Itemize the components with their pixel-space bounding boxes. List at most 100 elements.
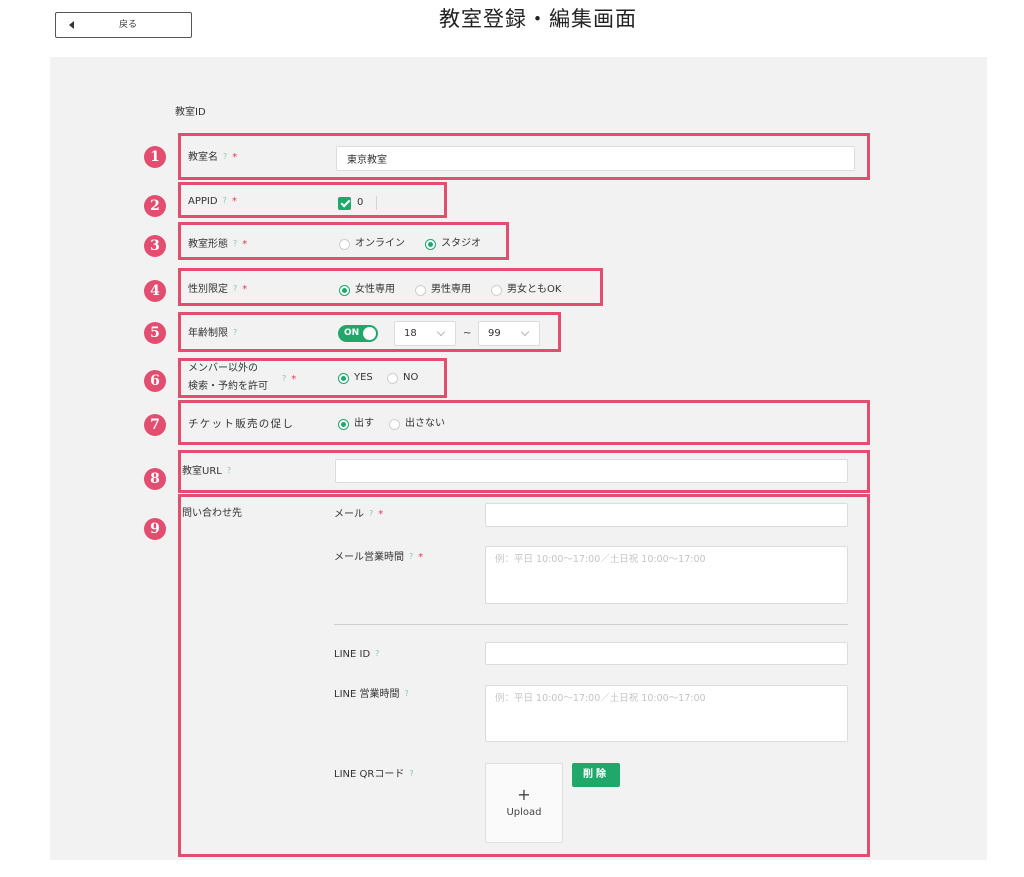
- classroom-url-input[interactable]: [335, 459, 848, 483]
- classroom-type-option-label: オンライン: [355, 238, 405, 249]
- annotation-marker-2: 2: [144, 195, 166, 217]
- contact-line-hours-textarea[interactable]: [485, 685, 848, 742]
- ticket-promotion-radio-show[interactable]: [338, 418, 349, 430]
- required-mark: *: [232, 152, 238, 163]
- non-member-access-radio-yes[interactable]: [338, 372, 349, 384]
- gender-limit-radio-both[interactable]: [491, 284, 502, 296]
- non-member-access-option-yes[interactable]: YES: [338, 371, 373, 385]
- non-member-access-marks: ? *: [277, 372, 296, 387]
- help-question-icon[interactable]: ?: [375, 649, 379, 658]
- gender-limit-option-label: 女性専用: [355, 284, 395, 295]
- classroom-type-label-text: 教室形態: [188, 239, 228, 250]
- annotation-marker-7: 7: [144, 414, 166, 436]
- contact-line-id-input[interactable]: [485, 642, 848, 665]
- help-question-icon[interactable]: ?: [223, 152, 227, 161]
- non-member-access-option-label: YES: [354, 372, 373, 383]
- chevron-down-icon: [436, 327, 446, 337]
- age-limit-label-text: 年齢制限: [188, 328, 228, 339]
- age-limit-toggle[interactable]: ON: [338, 325, 378, 342]
- age-limit-toggle-label: ON: [344, 328, 360, 338]
- gender-limit-label: 性別限定? *: [188, 282, 247, 297]
- classroom-url-label-text: 教室URL: [182, 466, 222, 477]
- contact-divider: [334, 624, 848, 625]
- classroom-type-radio-online[interactable]: [339, 238, 350, 250]
- help-question-icon[interactable]: ?: [233, 328, 237, 337]
- non-member-access-label-line2: 検索・予約を許可: [188, 381, 268, 392]
- help-question-icon[interactable]: ?: [233, 239, 237, 248]
- classroom-id-label: 教室ID: [175, 107, 206, 118]
- min-age-select[interactable]: 18: [394, 321, 456, 346]
- max-age-select[interactable]: 99: [478, 321, 540, 346]
- help-question-icon[interactable]: ?: [409, 769, 413, 778]
- help-question-icon[interactable]: ?: [227, 466, 231, 475]
- classroom-type-radio-studio[interactable]: [425, 238, 436, 250]
- back-button-label: 戻る: [119, 20, 138, 30]
- help-question-icon[interactable]: ?: [223, 196, 227, 205]
- required-mark: *: [378, 509, 384, 520]
- classroom-name-input[interactable]: [336, 146, 855, 171]
- annotation-marker-4: 4: [144, 280, 166, 302]
- app-id-label-text: APPID: [188, 196, 218, 207]
- page-title: 教室登録・編集画面: [439, 7, 637, 31]
- app-id-checkbox-option[interactable]: 0: [338, 196, 363, 210]
- annotation-marker-3: 3: [144, 235, 166, 257]
- contact-email-label: メール? *: [334, 507, 383, 522]
- classroom-type-option-studio[interactable]: スタジオ: [425, 237, 481, 251]
- app-id-divider: [376, 196, 377, 210]
- classroom-type-label: 教室形態? *: [188, 237, 247, 252]
- classroom-type-option-online[interactable]: オンライン: [339, 237, 405, 251]
- non-member-access-option-no[interactable]: NO: [387, 371, 418, 385]
- non-member-access-radio-no[interactable]: [387, 372, 398, 384]
- back-button[interactable]: 戻る: [55, 12, 192, 38]
- line-qr-delete-button[interactable]: 削除: [572, 763, 620, 787]
- caret-left-icon: [69, 21, 74, 29]
- help-question-icon[interactable]: ?: [369, 509, 373, 518]
- help-question-icon[interactable]: ?: [282, 374, 286, 383]
- required-mark: *: [242, 284, 248, 295]
- required-mark: *: [231, 196, 237, 207]
- plus-icon: +: [517, 785, 531, 804]
- ticket-promotion-option-show[interactable]: 出す: [338, 417, 374, 431]
- help-question-icon[interactable]: ?: [233, 284, 237, 293]
- ticket-promotion-option-label: 出さない: [405, 418, 445, 429]
- gender-limit-option-both[interactable]: 男女ともOK: [491, 283, 561, 297]
- contact-line-qr-label-text: LINE QRコード: [334, 769, 405, 780]
- ticket-promotion-label: チケット販売の促し: [188, 418, 295, 430]
- contact-line-id-label-text: LINE ID: [334, 649, 371, 660]
- chevron-down-icon: [520, 327, 530, 337]
- ticket-promotion-option-label: 出す: [354, 418, 374, 429]
- gender-limit-option-male[interactable]: 男性専用: [415, 283, 471, 297]
- required-mark: *: [291, 374, 297, 385]
- contact-line-hours-label: LINE 営業時間?: [334, 687, 409, 702]
- contact-section-label: 問い合わせ先: [182, 508, 242, 519]
- ticket-promotion-option-hide[interactable]: 出さない: [389, 417, 445, 431]
- non-member-access-option-label: NO: [403, 372, 419, 383]
- help-question-icon[interactable]: ?: [405, 689, 409, 698]
- help-question-icon[interactable]: ?: [409, 552, 413, 561]
- gender-limit-label-text: 性別限定: [188, 284, 228, 295]
- annotation-marker-5: 5: [144, 322, 166, 344]
- annotation-marker-9: 9: [144, 518, 166, 540]
- contact-line-id-label: LINE ID?: [334, 647, 379, 662]
- annotation-marker-1: 1: [144, 146, 166, 168]
- annotation-marker-8: 8: [144, 468, 166, 490]
- gender-limit-option-label: 男性専用: [431, 284, 471, 295]
- contact-email-label-text: メール: [334, 509, 364, 520]
- required-mark: *: [418, 552, 424, 563]
- line-qr-upload-button[interactable]: + Upload: [485, 763, 563, 843]
- max-age-value: 99: [488, 328, 501, 339]
- ticket-promotion-radio-hide[interactable]: [389, 418, 400, 430]
- contact-email-hours-label-text: メール営業時間: [334, 552, 404, 563]
- app-id-checkbox[interactable]: [338, 196, 351, 210]
- contact-email-hours-textarea[interactable]: [485, 546, 848, 604]
- contact-email-input[interactable]: [485, 503, 848, 527]
- gender-limit-option-label: 男女ともOK: [507, 284, 562, 295]
- age-limit-label: 年齢制限?: [188, 326, 237, 341]
- classroom-url-label: 教室URL?: [182, 464, 231, 479]
- classroom-name-label-text: 教室名: [188, 152, 218, 163]
- required-mark: *: [242, 239, 248, 250]
- gender-limit-radio-female[interactable]: [339, 284, 350, 296]
- app-id-option-label: 0: [357, 197, 364, 208]
- gender-limit-option-female[interactable]: 女性専用: [339, 283, 395, 297]
- gender-limit-radio-male[interactable]: [415, 284, 426, 296]
